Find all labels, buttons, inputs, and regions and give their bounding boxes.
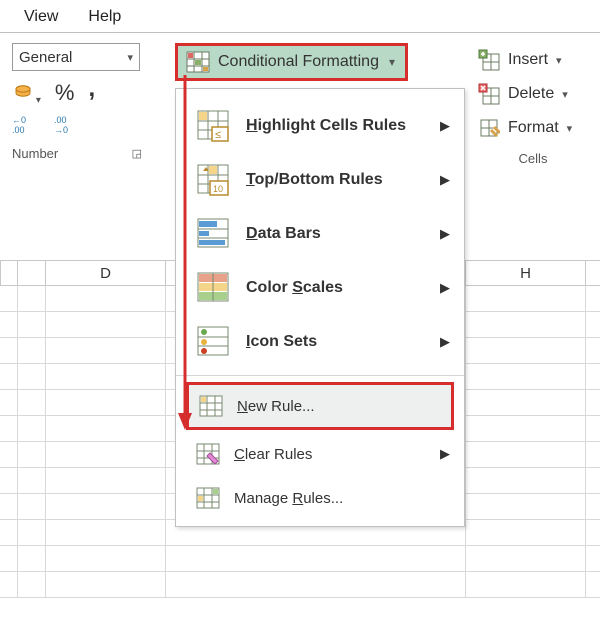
svg-text:≤: ≤ (215, 129, 221, 141)
menu-bar: View Help (0, 0, 600, 32)
delete-label: Delete (508, 85, 554, 103)
menu-help[interactable]: Help (88, 8, 121, 26)
menu-item-label: Manage Rules... (234, 490, 343, 507)
submenu-arrow-icon: ▶ (440, 226, 450, 242)
insert-button[interactable]: Insert ▾ (478, 43, 588, 77)
data-bars-icon (196, 217, 230, 251)
submenu-arrow-icon: ▶ (440, 280, 450, 296)
percent-style-button[interactable]: % (55, 80, 75, 106)
insert-cells-icon (478, 49, 500, 71)
new-rule-icon (199, 395, 223, 417)
svg-text:←0: ←0 (12, 115, 26, 125)
menu-separator (176, 375, 464, 376)
clear-rules-icon (196, 443, 220, 465)
format-label: Format (508, 119, 559, 137)
submenu-arrow-icon: ▶ (440, 334, 450, 350)
menu-view[interactable]: View (24, 8, 58, 26)
column-header-d[interactable]: D (46, 261, 166, 285)
menu-icon-sets[interactable]: Icon Sets ▶ (176, 315, 464, 369)
menu-highlight-cells-rules[interactable]: ≤ Highlight Cells Rules ▶ (176, 99, 464, 153)
top-bottom-icon: 10 (196, 163, 230, 197)
menu-data-bars[interactable]: Data Bars ▶ (176, 207, 464, 261)
insert-label: Insert (508, 51, 548, 69)
svg-text:.00: .00 (12, 125, 25, 133)
conditional-formatting-label: Conditional Formatting (218, 53, 379, 71)
menu-clear-rules[interactable]: Clear Rules ▶ (176, 432, 464, 476)
separator (0, 32, 600, 33)
menu-item-label: Color Scales (246, 279, 343, 297)
chevron-down-icon: ▾ (389, 55, 395, 69)
number-format-group: General ▾ ▾ % , ←0 .00 (12, 39, 157, 161)
submenu-arrow-icon: ▶ (440, 446, 450, 462)
number-format-selector[interactable]: General ▾ (12, 43, 140, 71)
menu-item-label: New Rule... (237, 398, 315, 415)
conditional-formatting-menu: ≤ Highlight Cells Rules ▶ 10 Top/Bottom … (175, 88, 465, 527)
menu-color-scales[interactable]: Color Scales ▶ (176, 261, 464, 315)
menu-item-label: Highlight Cells Rules (246, 117, 406, 135)
submenu-arrow-icon: ▶ (440, 118, 450, 134)
column-header-h[interactable]: H (466, 261, 586, 285)
comma-style-button[interactable]: , (88, 75, 95, 103)
menu-item-label: Data Bars (246, 225, 321, 243)
submenu-arrow-icon: ▶ (440, 172, 450, 188)
menu-new-rule[interactable]: New Rule... (186, 382, 454, 430)
format-cells-icon (478, 117, 500, 139)
increase-decimal-button[interactable]: ←0 .00 (12, 113, 38, 136)
menu-item-label: Clear Rules (234, 446, 312, 463)
delete-button[interactable]: Delete ▾ (478, 77, 588, 111)
number-group-footer: Number ◲ (12, 146, 142, 161)
highlight-cells-icon: ≤ (196, 109, 230, 143)
decimal-buttons: ←0 .00 .00 →0 (12, 113, 157, 136)
icon-sets-icon (196, 325, 230, 359)
menu-item-label: Top/Bottom Rules (246, 171, 383, 189)
manage-rules-icon (196, 487, 220, 509)
conditional-formatting-button[interactable]: Conditional Formatting ▾ (175, 43, 408, 81)
menu-top-bottom-rules[interactable]: 10 Top/Bottom Rules ▶ (176, 153, 464, 207)
menu-item-label: Icon Sets (246, 333, 317, 351)
number-icons-row: ▾ % , (12, 79, 157, 107)
chevron-down-icon: ▾ (567, 122, 573, 135)
chevron-down-icon: ▾ (556, 54, 562, 67)
svg-text:→0: →0 (54, 125, 68, 133)
chevron-down-icon: ▾ (127, 51, 133, 64)
number-format-value: General (19, 49, 72, 66)
delete-cells-icon (478, 83, 500, 105)
menu-manage-rules[interactable]: Manage Rules... (176, 476, 464, 520)
format-button[interactable]: Format ▾ (478, 111, 588, 145)
chevron-down-icon: ▾ (562, 88, 568, 101)
number-group-label: Number (12, 146, 58, 161)
cells-group-label: Cells (478, 151, 588, 166)
accounting-format-button[interactable]: ▾ (12, 81, 41, 106)
svg-text:.00: .00 (54, 115, 67, 125)
dialog-launcher-icon[interactable]: ◲ (132, 147, 142, 160)
svg-text:10: 10 (213, 184, 223, 194)
cells-group: Insert ▾ Delete ▾ Format ▾ Cells (478, 39, 588, 166)
color-scales-icon (196, 271, 230, 305)
conditional-formatting-icon (186, 51, 210, 73)
decrease-decimal-button[interactable]: .00 →0 (54, 113, 80, 136)
